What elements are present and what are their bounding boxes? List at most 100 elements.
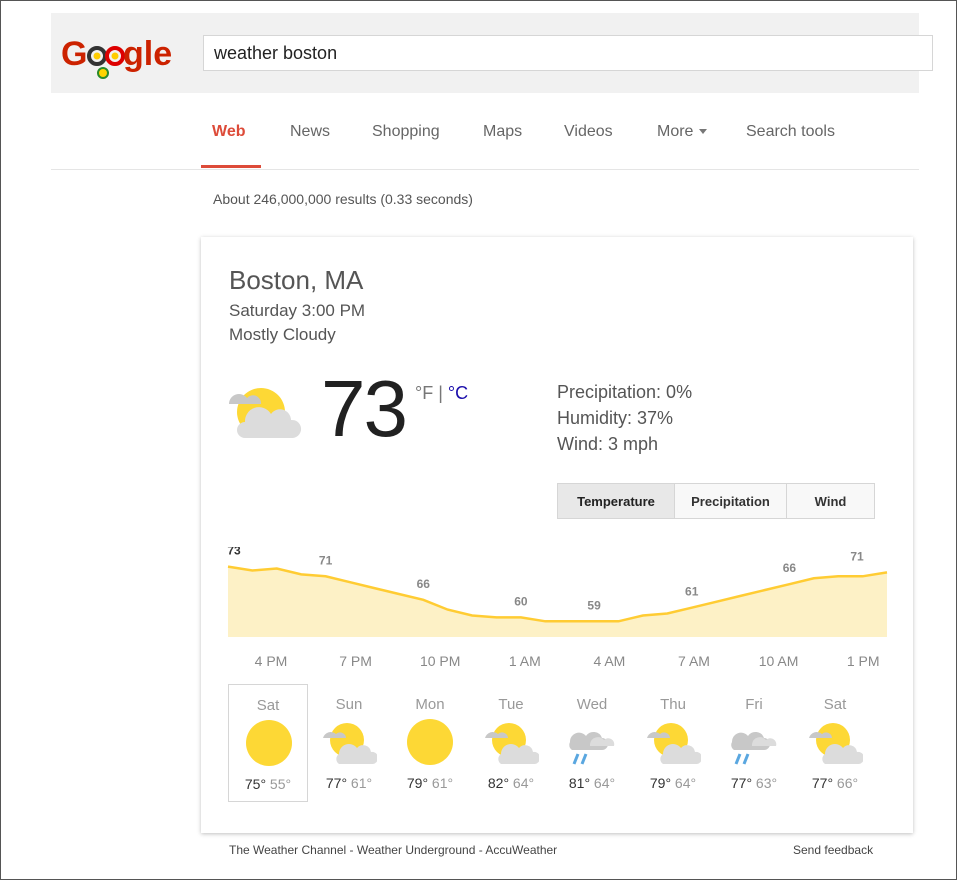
hourly-temp-label: 71 xyxy=(850,549,864,563)
hourly-time-label: 10 PM xyxy=(419,653,461,669)
forecast-day-name: Wed xyxy=(576,696,608,713)
hourly-time-label: 4 PM xyxy=(254,653,288,669)
wind-value: Wind: 3 mph xyxy=(557,434,659,454)
forecast-day[interactable]: Thu 79° 64° xyxy=(633,684,713,802)
weather-datetime: Saturday 3:00 PM xyxy=(229,301,366,320)
forecast-day-temps: 77° 61° xyxy=(309,775,389,791)
forecast-high: 77° xyxy=(325,775,348,791)
active-tab-indicator xyxy=(201,165,261,168)
forecast-day-temps: 77° 63° xyxy=(714,775,794,791)
weather-condition: Mostly Cloudy xyxy=(229,325,336,344)
partly-cloudy-icon xyxy=(645,718,703,766)
tab-videos[interactable]: Videos xyxy=(564,123,613,141)
tab-more[interactable]: More xyxy=(657,123,708,141)
wind-button[interactable]: Wind xyxy=(787,484,874,518)
humidity-value: Humidity: 37% xyxy=(557,408,674,428)
hourly-temperature-chart: 73 71 66 60 59 61 66 71 xyxy=(227,547,888,637)
search-header: G gle weather boston xyxy=(51,13,933,93)
rain-icon xyxy=(726,718,782,766)
forecast-low: 64° xyxy=(590,775,616,791)
precipitation-button[interactable]: Precipitation xyxy=(675,484,787,518)
partly-cloudy-icon xyxy=(483,718,541,766)
hourly-temp-label: 61 xyxy=(685,585,699,599)
celsius-toggle[interactable]: °C xyxy=(448,383,468,403)
forecast-low: 66° xyxy=(833,775,859,791)
forecast-day-name: Fri xyxy=(745,696,763,713)
forecast-low: 64° xyxy=(671,775,697,791)
svg-text:gle: gle xyxy=(123,35,172,73)
send-feedback-link[interactable]: Send feedback xyxy=(793,843,873,857)
current-temperature: 73 xyxy=(321,364,408,453)
forecast-day-name: Mon xyxy=(415,696,445,713)
hourly-time-label: 1 PM xyxy=(846,653,880,669)
sun-icon xyxy=(402,718,458,766)
tab-more-label: More xyxy=(657,123,694,140)
google-logo[interactable]: G gle xyxy=(59,23,179,83)
daily-forecast: Sat 75° 55° Sun 77° 61° Mon 79° 61° Tue 82° 64°… xyxy=(228,684,888,804)
rain-icon xyxy=(564,718,620,766)
partly-cloudy-icon xyxy=(807,718,865,766)
forecast-day[interactable]: Mon 79° 61° xyxy=(390,684,470,802)
forecast-low: 61° xyxy=(347,775,373,791)
weather-details: Precipitation: 0% Humidity: 37% Wind: 3 … xyxy=(557,379,692,457)
forecast-low: 64° xyxy=(509,775,535,791)
hourly-time-label: 7 PM xyxy=(339,653,372,669)
tabs-divider xyxy=(51,169,919,170)
forecast-high: 79° xyxy=(649,775,672,791)
forecast-day[interactable]: Sat 75° 55° xyxy=(228,684,308,802)
forecast-day-name: Tue xyxy=(498,696,524,713)
forecast-low: 61° xyxy=(428,775,454,791)
tab-web[interactable]: Web xyxy=(212,123,245,141)
hourly-temp-label: 73 xyxy=(227,547,241,558)
forecast-day-temps: 79° 64° xyxy=(633,775,713,791)
weather-location: Boston, MA xyxy=(229,265,364,295)
hourly-time-label: 4 AM xyxy=(593,653,626,669)
forecast-day[interactable]: Sat 77° 66° xyxy=(795,684,875,802)
forecast-day-temps: 75° 55° xyxy=(229,776,307,792)
forecast-day-name: Sat xyxy=(823,696,847,713)
partly-cloudy-icon xyxy=(229,388,302,438)
unit-switch: °F | °C xyxy=(415,383,468,404)
hourly-time-label: 1 AM xyxy=(508,653,541,669)
forecast-high: 77° xyxy=(811,775,834,791)
hourly-time-axis: 4 PM 7 PM 10 PM 1 AM 4 AM 7 AM 10 AM 1 PM xyxy=(201,653,913,673)
forecast-day-name: Thu xyxy=(660,696,686,713)
forecast-day-name: Sun xyxy=(335,696,363,713)
svg-text:G: G xyxy=(61,35,87,73)
forecast-low: 63° xyxy=(752,775,778,791)
forecast-high: 82° xyxy=(487,775,510,791)
sun-icon xyxy=(241,719,297,767)
hourly-time-label: 10 AM xyxy=(758,653,799,669)
forecast-low: 55° xyxy=(266,776,292,792)
search-input[interactable]: weather boston xyxy=(203,35,933,71)
forecast-day[interactable]: Fri 77° 63° xyxy=(714,684,794,802)
forecast-high: 79° xyxy=(406,775,429,791)
forecast-day[interactable]: Wed 81° 64° xyxy=(552,684,632,802)
forecast-day[interactable]: Tue 82° 64° xyxy=(471,684,551,802)
temperature-button[interactable]: Temperature xyxy=(558,484,675,518)
precipitation-value: Precipitation: 0% xyxy=(557,382,693,402)
forecast-high: 75° xyxy=(244,776,267,792)
hourly-temp-label: 59 xyxy=(587,598,601,612)
forecast-day[interactable]: Sun 77° 61° xyxy=(309,684,389,802)
chart-mode-toggle: Temperature Precipitation Wind xyxy=(557,483,875,519)
page: G gle weather boston Web News Shopping M… xyxy=(0,0,957,880)
forecast-high: 77° xyxy=(730,775,753,791)
hourly-time-label: 7 AM xyxy=(678,653,710,669)
tab-shopping[interactable]: Shopping xyxy=(372,123,440,141)
forecast-high: 81° xyxy=(568,775,591,791)
search-tabs: Web News Shopping Maps Videos More Searc… xyxy=(1,111,957,171)
weather-card: Boston, MA Saturday 3:00 PM Mostly Cloud… xyxy=(201,237,913,833)
tab-news[interactable]: News xyxy=(290,123,330,141)
unit-separator: | xyxy=(433,383,448,403)
forecast-day-temps: 81° 64° xyxy=(552,775,632,791)
fahrenheit-toggle[interactable]: °F xyxy=(415,383,433,403)
tab-search-tools[interactable]: Search tools xyxy=(746,123,835,141)
hourly-temp-label: 60 xyxy=(514,594,528,608)
hourly-temp-label: 71 xyxy=(319,553,333,567)
forecast-day-temps: 79° 61° xyxy=(390,775,470,791)
weather-sources[interactable]: The Weather Channel - Weather Undergroun… xyxy=(229,843,557,857)
hourly-temp-label: 66 xyxy=(783,561,797,575)
tab-maps[interactable]: Maps xyxy=(483,123,522,141)
partly-cloudy-icon xyxy=(321,718,379,766)
